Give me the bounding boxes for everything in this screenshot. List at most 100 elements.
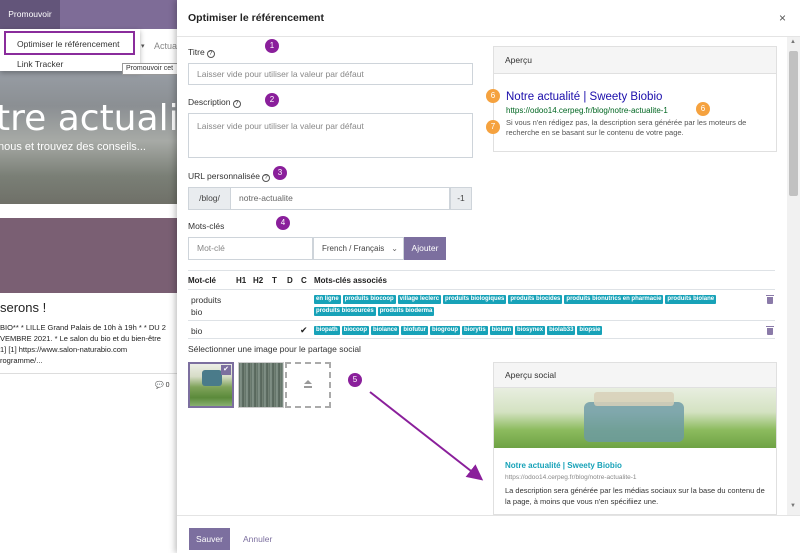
dialog-footer: Sauver Annuler: [177, 515, 800, 553]
annotation-badge: 4: [276, 216, 290, 230]
promote-menu-button[interactable]: Promouvoir: [0, 0, 60, 29]
related-keyword-tag[interactable]: produits bionutrics en pharmacie: [564, 295, 664, 304]
scrollbar-thumb[interactable]: [789, 51, 798, 196]
social-preview-heading: Aperçu social: [494, 363, 776, 388]
help-icon: ?: [206, 50, 215, 58]
hero-subtitle: nous et trouvez des conseils...: [0, 141, 146, 153]
related-keyword-tag[interactable]: biocoop: [341, 326, 370, 335]
preview-url: https://odoo14.cerpeg.fr/blog/notre-actu…: [506, 106, 668, 115]
promote-dropdown: Optimiser le référencement Link Tracker: [0, 29, 140, 71]
post-excerpt: BIO** * LILLE Grand Palais de 10h à 19h …: [0, 323, 166, 365]
page-footer-area: [0, 397, 180, 553]
annotation-badge: 6: [696, 102, 710, 116]
related-keywords: biopath biocoop biolance biofutur biogroup bi…: [314, 326, 764, 338]
upload-image-button[interactable]: [285, 362, 331, 408]
preview-description: Si vous n'en rédigez pas, la description…: [506, 118, 747, 137]
annotation-badge: 1: [265, 39, 279, 53]
col-header-related: Mots-clés associés: [314, 276, 387, 285]
dialog-title: Optimiser le référencement: [188, 12, 324, 24]
related-keyword-tag[interactable]: produits bioderma: [377, 307, 435, 316]
related-keyword-tag[interactable]: en ligne: [314, 295, 341, 304]
trash-icon[interactable]: [766, 326, 774, 335]
jar-image: [202, 370, 222, 386]
cancel-button[interactable]: Annuler: [243, 528, 272, 550]
comment-count: 💬 0: [155, 381, 170, 389]
related-keyword-tag[interactable]: produits biologiques: [443, 295, 507, 304]
related-keyword-tag[interactable]: biopsie: [577, 326, 603, 335]
related-keyword-tag[interactable]: biogroup: [430, 326, 461, 335]
related-keyword-tag[interactable]: biosynex: [515, 326, 546, 335]
divider: [0, 373, 180, 374]
help-icon: ?: [261, 174, 270, 182]
table-divider: [188, 338, 775, 339]
scrollbar[interactable]: ▲ ▼: [787, 37, 800, 515]
url-label-text: URL personnalisée: [188, 171, 260, 181]
title-label: Titre?: [188, 47, 215, 58]
tooltip: Promouvoir cet: [122, 63, 180, 75]
title-input[interactable]: Laisser vide pour utiliser la valeur par…: [188, 63, 473, 85]
section-gap: [0, 204, 180, 218]
description-label-text: Description: [188, 97, 231, 107]
social-preview-title: Notre actualité | Sweety Biobio: [505, 461, 622, 470]
trash-icon[interactable]: [766, 295, 774, 304]
preview-title: Notre actualité | Sweety Biobio: [506, 91, 663, 103]
col-header-h1: H1: [236, 276, 247, 285]
social-image-option[interactable]: [238, 362, 284, 408]
related-keyword-tag[interactable]: produits biolane: [665, 295, 717, 304]
table-divider: [188, 320, 775, 321]
menu-item-link-tracker[interactable]: Link Tracker: [0, 55, 63, 73]
keyword-cell: produits: [191, 295, 222, 305]
related-keyword-tag[interactable]: produits biocoop: [342, 295, 396, 304]
keywords-label: Mots-clés: [188, 221, 225, 231]
menu-item-optimize-seo[interactable]: Optimiser le référencement: [4, 31, 135, 55]
scroll-down-icon[interactable]: ▼: [790, 503, 796, 509]
preview-heading: Aperçu: [494, 47, 776, 74]
related-keywords: en ligne produits biocoop village leclerc p…: [314, 295, 764, 319]
save-button[interactable]: Sauver: [189, 528, 230, 550]
related-keyword-tag[interactable]: biolab33: [547, 326, 576, 335]
url-input[interactable]: notre-actualite: [230, 187, 450, 210]
col-header-t: T: [272, 276, 277, 285]
post-title[interactable]: serons !: [0, 300, 46, 315]
scroll-up-icon[interactable]: ▲: [790, 39, 796, 45]
col-header-h2: H2: [253, 276, 264, 285]
title-label-text: Titre: [188, 47, 205, 57]
social-image-label: Sélectionner une image pour le partage s…: [188, 344, 361, 354]
check-icon: ✔: [300, 325, 308, 335]
related-keyword-tag[interactable]: village leclerc: [397, 295, 442, 304]
language-select[interactable]: French / Français ⌄: [313, 237, 404, 260]
related-keyword-tag[interactable]: biopath: [314, 326, 340, 335]
close-icon[interactable]: ×: [779, 11, 786, 25]
keyword-cell: bio: [191, 326, 203, 336]
related-keyword-tag[interactable]: biofutur: [401, 326, 429, 335]
social-image-option-selected[interactable]: ✔: [188, 362, 234, 408]
comment-count-value: 0: [165, 382, 170, 389]
keyword-input[interactable]: Mot-clé: [188, 237, 313, 260]
help-icon: ?: [232, 100, 241, 108]
add-keyword-button[interactable]: Ajouter: [404, 237, 446, 260]
language-select-value: French / Français: [322, 244, 385, 253]
upload-icon: [304, 380, 312, 389]
seo-dialog: Optimiser le référencement × ▲ ▼ Titre? …: [177, 0, 800, 553]
social-preview-description: La description sera générée par les médi…: [505, 486, 765, 506]
chevron-down-icon: ▾: [141, 43, 145, 50]
dialog-header: Optimiser le référencement ×: [177, 0, 800, 37]
search-preview: Aperçu Notre actualité | Sweety Biobio h…: [493, 46, 777, 152]
related-keyword-tag[interactable]: biolam: [489, 326, 514, 335]
related-keyword-tag[interactable]: biorytis: [462, 326, 488, 335]
description-textarea[interactable]: Laisser vide pour utiliser la valeur par…: [188, 113, 473, 158]
related-keyword-tag[interactable]: biolance: [371, 326, 400, 335]
related-keyword-tag[interactable]: produits biosourcés: [314, 307, 376, 316]
social-preview: Aperçu social Notre actualité | Sweety B…: [493, 362, 777, 515]
related-keyword-tag[interactable]: produits biocides: [508, 295, 563, 304]
annotation-badge: 5: [348, 373, 362, 387]
chevron-down-icon: ⌄: [391, 244, 398, 253]
annotation-badge: 6: [486, 89, 500, 103]
social-preview-image: [494, 388, 776, 448]
description-label: Description?: [188, 97, 241, 108]
col-header-c: C: [301, 276, 307, 285]
col-header-keyword: Mot-clé: [188, 276, 216, 285]
jar-image: [584, 402, 684, 442]
keyword-cell: bio: [191, 307, 203, 317]
nav-item-actualite[interactable]: Actua: [154, 41, 177, 51]
